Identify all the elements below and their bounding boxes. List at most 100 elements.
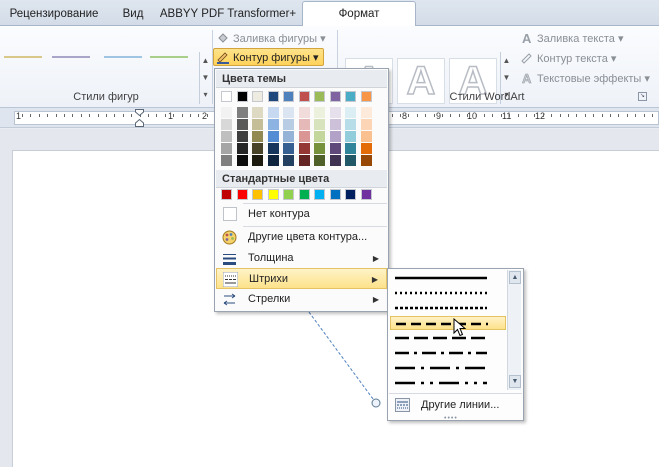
line-end-handle[interactable] [371, 398, 381, 408]
theme-color-swatch[interactable] [298, 91, 310, 102]
theme-color-shade[interactable] [345, 119, 356, 130]
theme-color-shade[interactable] [329, 107, 341, 118]
standard-color-swatch[interactable] [345, 189, 356, 200]
theme-color-shade[interactable] [267, 131, 279, 142]
theme-color-shade[interactable] [329, 119, 341, 130]
weight-item[interactable]: Толщина ▶ [216, 248, 387, 269]
standard-color-swatch[interactable] [221, 189, 232, 200]
shape-style-line-1[interactable] [4, 56, 42, 58]
theme-color-shade[interactable] [314, 155, 325, 166]
tab-view[interactable]: Вид [108, 4, 158, 26]
dash-list-scrollbar[interactable]: ▲ ▼ [507, 270, 521, 390]
theme-color-swatch[interactable] [360, 91, 372, 102]
gallery-down-icon[interactable]: ▼ [200, 69, 211, 86]
arrows-item[interactable]: Стрелки ▶ [216, 289, 387, 310]
theme-color-shade[interactable] [345, 143, 356, 154]
theme-color-shade[interactable] [283, 119, 294, 130]
theme-color-shade[interactable] [345, 155, 356, 166]
theme-color-swatch[interactable] [283, 91, 294, 102]
theme-color-shade[interactable] [267, 155, 279, 166]
theme-color-swatch[interactable] [314, 91, 325, 102]
shape-fill-button[interactable]: Заливка фигуры ▾ [216, 30, 326, 48]
theme-color-shade[interactable] [283, 107, 294, 118]
theme-color-shade[interactable] [221, 143, 232, 154]
dashes-item[interactable]: Штрихи ▶ [216, 268, 387, 289]
theme-color-shade[interactable] [360, 155, 372, 166]
theme-color-shade[interactable] [236, 155, 248, 166]
shape-style-line-4[interactable] [150, 56, 188, 58]
theme-color-shade[interactable] [298, 107, 310, 118]
dialog-launcher-icon[interactable]: ↘ [638, 92, 647, 101]
theme-color-shade[interactable] [252, 131, 263, 142]
theme-color-swatch[interactable] [345, 91, 356, 102]
text-outline-button[interactable]: Контур текста ▾ [520, 50, 616, 68]
theme-color-swatch[interactable] [267, 91, 279, 102]
tab-format[interactable]: Формат [302, 1, 416, 27]
theme-color-shade[interactable] [360, 107, 372, 118]
theme-color-shade[interactable] [267, 143, 279, 154]
standard-color-swatch[interactable] [267, 189, 279, 200]
text-effects-button[interactable]: A Текстовые эффекты ▾ [520, 70, 650, 88]
theme-color-shade[interactable] [267, 119, 279, 130]
theme-color-shade[interactable] [360, 131, 372, 142]
standard-color-swatch[interactable] [236, 189, 248, 200]
dash-style-option[interactable] [390, 331, 506, 345]
theme-color-shade[interactable] [252, 155, 263, 166]
theme-color-shade[interactable] [314, 131, 325, 142]
theme-color-shade[interactable] [236, 119, 248, 130]
dash-style-option[interactable] [390, 346, 506, 360]
shape-outline-button[interactable]: Контур фигуры ▾ [213, 48, 324, 66]
theme-color-shade[interactable] [221, 131, 232, 142]
tab-abbyy-pdf-transformer[interactable]: ABBYY PDF Transformer+ [158, 4, 298, 26]
dash-style-option[interactable] [390, 286, 506, 300]
no-outline-item[interactable]: Нет контура [216, 204, 387, 225]
theme-color-shade[interactable] [221, 107, 232, 118]
theme-color-shade[interactable] [329, 155, 341, 166]
theme-color-shade[interactable] [267, 107, 279, 118]
gallery-up-icon[interactable]: ▲ [501, 52, 512, 69]
more-lines-item[interactable]: Другие линии... [389, 393, 522, 415]
theme-color-shade[interactable] [236, 143, 248, 154]
scroll-down-icon[interactable]: ▼ [509, 375, 521, 388]
theme-color-shade[interactable] [298, 119, 310, 130]
theme-color-shade[interactable] [345, 107, 356, 118]
standard-color-swatch[interactable] [360, 189, 372, 200]
dash-style-option[interactable] [390, 361, 506, 375]
theme-color-swatch[interactable] [329, 91, 341, 102]
theme-color-shade[interactable] [345, 131, 356, 142]
theme-color-shade[interactable] [314, 143, 325, 154]
theme-color-shade[interactable] [252, 119, 263, 130]
dash-style-option[interactable] [390, 316, 506, 330]
more-outline-colors-item[interactable]: Другие цвета контура... [216, 227, 387, 248]
theme-color-shade[interactable] [283, 143, 294, 154]
theme-color-shade[interactable] [360, 143, 372, 154]
theme-color-shade[interactable] [252, 107, 263, 118]
standard-color-swatch[interactable] [298, 189, 310, 200]
theme-color-shade[interactable] [314, 107, 325, 118]
scroll-up-icon[interactable]: ▲ [509, 271, 521, 284]
theme-color-shade[interactable] [236, 131, 248, 142]
gallery-up-icon[interactable]: ▲ [200, 52, 211, 69]
theme-color-shade[interactable] [329, 131, 341, 142]
theme-color-swatch[interactable] [252, 91, 263, 102]
standard-color-swatch[interactable] [314, 189, 325, 200]
dash-style-option[interactable] [390, 376, 506, 390]
resize-grip-icon[interactable]: •••• [444, 415, 458, 422]
standard-color-swatch[interactable] [329, 189, 341, 200]
theme-color-shade[interactable] [221, 119, 232, 130]
dash-style-option[interactable] [390, 271, 506, 285]
tab-review[interactable]: Рецензирование [0, 4, 108, 26]
dash-style-option[interactable] [390, 301, 506, 315]
theme-color-shade[interactable] [252, 143, 263, 154]
theme-color-shade[interactable] [283, 155, 294, 166]
theme-color-shade[interactable] [236, 107, 248, 118]
theme-color-shade[interactable] [314, 119, 325, 130]
theme-color-shade[interactable] [360, 119, 372, 130]
theme-color-shade[interactable] [221, 155, 232, 166]
standard-color-swatch[interactable] [283, 189, 294, 200]
indent-marker-icon[interactable] [135, 109, 144, 127]
theme-color-shade[interactable] [298, 131, 310, 142]
theme-color-shade[interactable] [298, 143, 310, 154]
shape-style-line-2[interactable] [52, 56, 90, 58]
gallery-down-icon[interactable]: ▼ [501, 69, 512, 86]
